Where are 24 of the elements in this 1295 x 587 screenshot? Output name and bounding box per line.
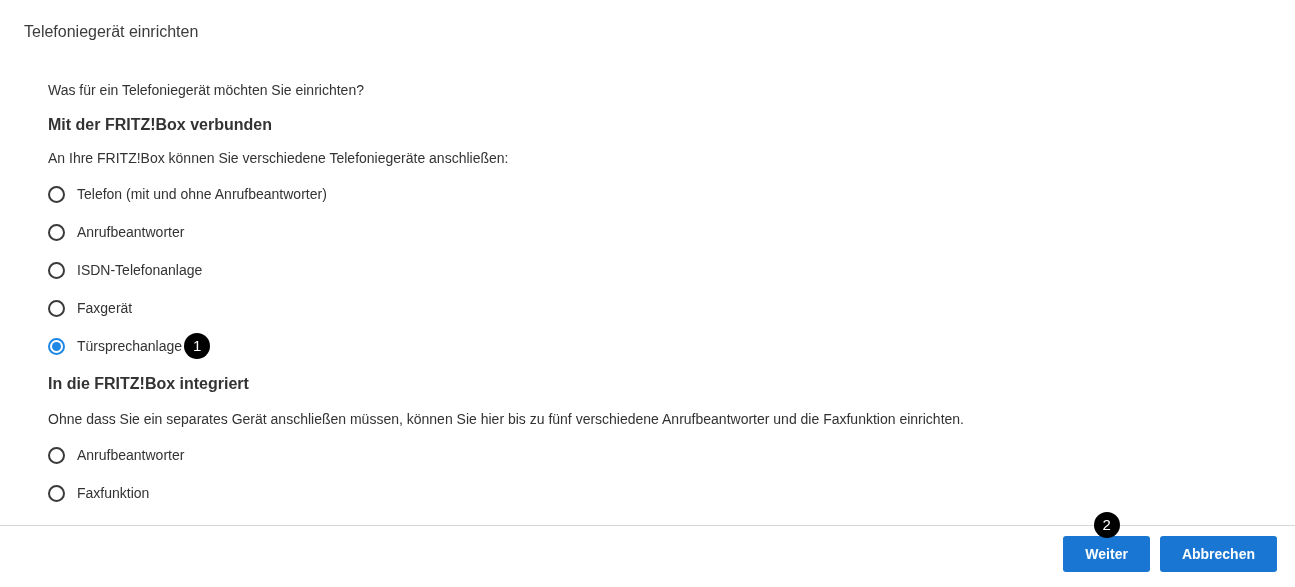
radio-option[interactable]: Türsprechanlage [48,335,183,357]
section-heading: In die FRITZ!Box integriert [48,374,249,394]
radio-option[interactable]: Telefon (mit und ohne Anrufbeantworter) [48,183,327,205]
callout-badge: 1 [184,333,211,359]
radio-button[interactable] [48,484,65,502]
radio-option[interactable]: ISDN-Telefonanlage [48,259,203,281]
radio-option[interactable]: Anrufbeantworter [48,444,185,466]
callout-badge: 2 [1093,512,1120,538]
question-text: Was für ein Telefoniegerät möchten Sie einrichten? [48,80,364,100]
radio-button[interactable] [48,446,65,464]
page-title: Telefoniegerät einrichten [24,22,199,42]
radio-button[interactable] [48,223,65,241]
cancel-button[interactable]: Abbrechen [1159,536,1277,572]
radio-button[interactable] [48,299,65,317]
radio-button[interactable] [48,261,65,279]
radio-button[interactable] [48,185,65,203]
radio-option[interactable]: Faxfunktion [48,482,150,504]
radio-option[interactable]: Faxgerät [48,297,133,319]
section-description: Ohne dass Sie ein separates Gerät anschließen müssen, können Sie hier bis zu fünf verschiedene Anrufbeantworter und die Faxfunktion einrichten. [48,410,964,429]
section-description: An Ihre FRITZ!Box können Sie verschiedene Telefoniegeräte anschließen: [48,149,509,168]
radio-option[interactable]: Anrufbeantworter [48,221,185,243]
section-heading: Mit der FRITZ!Box verbunden [48,115,272,135]
next-button[interactable]: Weiter [1063,536,1150,572]
radio-button[interactable] [48,337,65,355]
